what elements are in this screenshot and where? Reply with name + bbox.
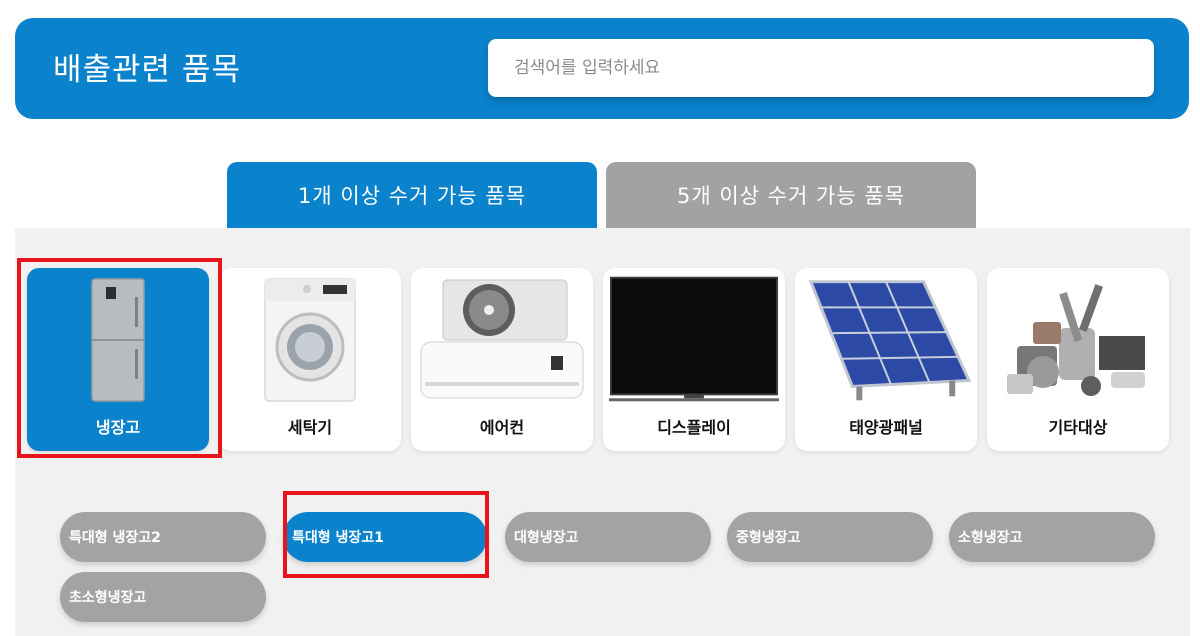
selection-highlight bbox=[283, 491, 489, 578]
page-title: 배출관련 품목 bbox=[53, 52, 241, 88]
category-label: 디스플레이 bbox=[657, 418, 731, 437]
category-misc[interactable]: 기타대상 bbox=[987, 268, 1169, 451]
solar-panel-image bbox=[801, 274, 971, 406]
category-label: 세탁기 bbox=[287, 418, 333, 437]
category-label: 기타대상 bbox=[1048, 418, 1108, 437]
category-display[interactable]: 디스플레이 bbox=[603, 268, 785, 451]
air-conditioner-image bbox=[417, 274, 587, 406]
selection-highlight bbox=[17, 258, 222, 458]
category-label: 에어컨 bbox=[479, 418, 525, 437]
subcategory-pill[interactable]: 특대형 냉장고2 bbox=[60, 512, 266, 562]
category-solar-panel[interactable]: 태양광패널 bbox=[795, 268, 977, 451]
category-air-conditioner[interactable]: 에어컨 bbox=[411, 268, 593, 451]
subcategory-pill[interactable]: 대형냉장고 bbox=[505, 512, 711, 562]
misc-appliances-image bbox=[993, 274, 1163, 406]
header-bar: 배출관련 품목 bbox=[15, 18, 1189, 119]
subcategory-pill[interactable]: 초소형냉장고 bbox=[60, 572, 266, 622]
category-washing-machine[interactable]: 세탁기 bbox=[219, 268, 401, 451]
washing-machine-image bbox=[225, 274, 395, 406]
subcategory-pill[interactable]: 소형냉장고 bbox=[949, 512, 1155, 562]
tab-one-or-more[interactable]: 1개 이상 수거 가능 품목 bbox=[227, 162, 597, 228]
tab-five-or-more[interactable]: 5개 이상 수거 가능 품목 bbox=[606, 162, 976, 228]
search-input[interactable] bbox=[488, 39, 1154, 97]
display-image bbox=[609, 274, 779, 406]
category-label: 태양광패널 bbox=[849, 418, 923, 437]
subcategory-pill[interactable]: 중형냉장고 bbox=[727, 512, 933, 562]
